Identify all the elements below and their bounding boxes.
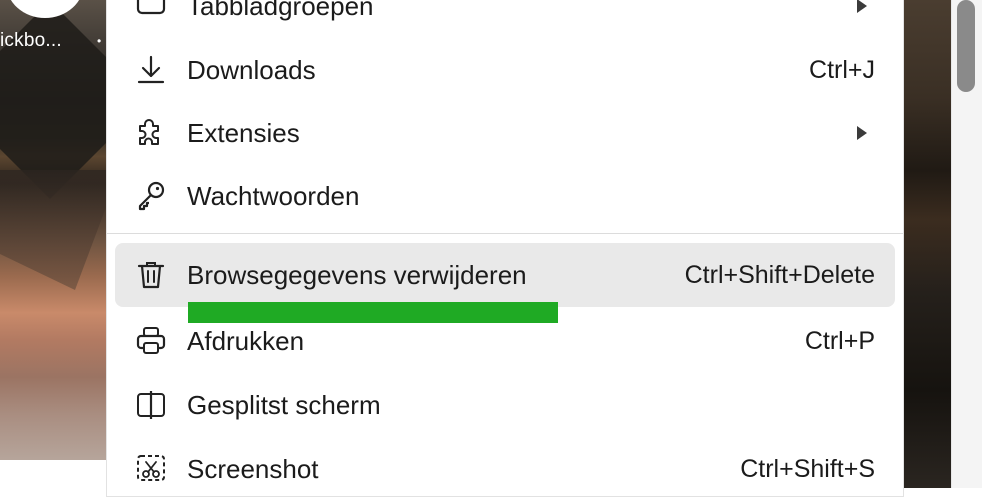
menu-item-label: Tabbladgroepen <box>187 0 374 21</box>
menu-item-split-screen[interactable]: Gesplitst scherm <box>115 373 895 437</box>
menu-item-screenshot[interactable]: Screenshot Ctrl+Shift+S <box>115 437 895 501</box>
menu-item-label: Screenshot <box>187 453 319 484</box>
submenu-arrow-icon <box>857 0 867 13</box>
mountain-reflection <box>0 170 110 290</box>
menu-item-shortcut: Ctrl+Shift+Delete <box>684 260 875 289</box>
menu-item-tabgroups[interactable]: Tabbladgroepen <box>115 0 895 38</box>
split-screen-icon <box>133 387 169 423</box>
menu-item-shortcut: Ctrl+Shift+S <box>740 454 875 483</box>
annotation-underline <box>188 302 558 323</box>
menu-item-shortcut: Ctrl+J <box>809 55 875 84</box>
tab-groups-icon <box>133 0 169 24</box>
download-icon <box>133 52 169 88</box>
menu-item-label: Gesplitst scherm <box>187 389 381 420</box>
profile-dot: • <box>97 34 102 48</box>
background-photo: ickbo... • <box>0 0 110 460</box>
menu-divider <box>107 233 903 234</box>
submenu-arrow-icon <box>857 126 867 140</box>
screenshot-icon <box>133 451 169 487</box>
trash-icon <box>133 257 169 293</box>
menu-item-shortcut: Ctrl+P <box>804 326 875 355</box>
printer-icon <box>133 323 169 359</box>
menu-item-downloads[interactable]: Downloads Ctrl+J <box>115 38 895 102</box>
menu-item-extensions[interactable]: Extensies <box>115 101 895 165</box>
menu-item-label: Downloads <box>187 54 316 85</box>
menu-item-passwords[interactable]: Wachtwoorden <box>115 164 895 228</box>
background-photo-right <box>903 0 951 488</box>
puzzle-icon <box>133 115 169 151</box>
menu-item-clear-browsing-data[interactable]: Browsegegevens verwijderen Ctrl+Shift+De… <box>115 243 895 307</box>
menu-item-label: Extensies <box>187 117 300 148</box>
menu-item-label: Afdrukken <box>187 325 305 356</box>
avatar[interactable] <box>6 0 84 18</box>
scrollbar-thumb[interactable] <box>957 0 975 92</box>
browser-main-menu: Tabbladgroepen Downloads Ctrl+J Extensie… <box>107 0 903 496</box>
menu-item-label: Browsegegevens verwijderen <box>187 259 527 290</box>
menu-item-label: Wachtwoorden <box>187 180 360 211</box>
profile-name[interactable]: ickbo... <box>0 30 62 52</box>
key-icon <box>133 178 169 214</box>
